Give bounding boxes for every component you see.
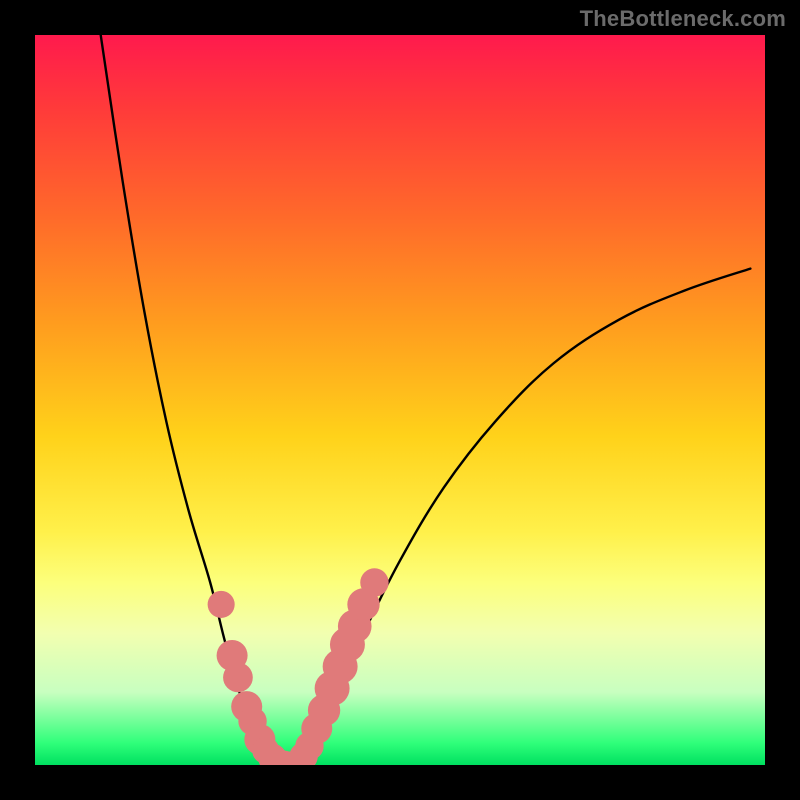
scatter-point [360,568,388,596]
scatter-point [208,591,235,618]
chart-frame: TheBottleneck.com [0,0,800,800]
watermark-text: TheBottleneck.com [580,6,786,32]
left-curve [101,35,280,765]
chart-svg [35,35,765,765]
scatter-points [208,568,389,765]
scatter-point [223,663,253,693]
right-curve [298,269,751,765]
plot-area [35,35,765,765]
